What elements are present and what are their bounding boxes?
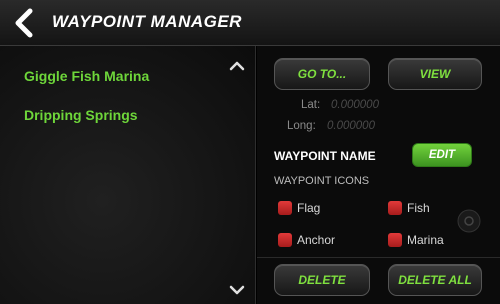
waypoint-details-panel: GO TO... VIEW Lat: 0.000000 Long: 0.0000… <box>257 46 500 304</box>
lat-value: 0.000000 <box>331 99 379 111</box>
back-chevron-icon[interactable] <box>12 8 36 38</box>
header-bar: WAYPOINT MANAGER <box>0 0 500 46</box>
long-value: 0.000000 <box>327 120 375 132</box>
icon-option-anchor[interactable]: Anchor <box>278 233 335 247</box>
edit-button[interactable]: EDIT <box>412 143 472 167</box>
fish-checkbox-icon <box>388 201 402 215</box>
list-item[interactable]: Dripping Springs <box>24 107 138 123</box>
long-label: Long: <box>287 120 316 132</box>
waypoint-icons-label: WAYPOINT ICONS <box>274 175 370 187</box>
scroll-down-icon[interactable] <box>228 284 246 296</box>
icon-option-marina[interactable]: Marina <box>388 233 444 247</box>
icon-option-label: Anchor <box>297 233 336 247</box>
divider <box>257 257 500 258</box>
list-item[interactable]: Giggle Fish Marina <box>24 68 149 84</box>
icon-option-label: Marina <box>407 233 444 247</box>
icon-option-flag[interactable]: Flag <box>278 201 320 215</box>
scroll-up-icon[interactable] <box>228 60 246 72</box>
page-title: WAYPOINT MANAGER <box>52 12 242 31</box>
waypoint-name-label: WAYPOINT NAME <box>274 149 376 163</box>
icon-option-fish[interactable]: Fish <box>388 201 430 215</box>
waypoint-list[interactable]: Giggle Fish Marina Dripping Springs <box>0 46 256 304</box>
marina-checkbox-icon <box>388 233 402 247</box>
view-button[interactable]: VIEW <box>388 58 482 90</box>
target-icon <box>457 209 481 233</box>
icon-option-label: Fish <box>407 201 430 215</box>
flag-checkbox-icon <box>278 201 292 215</box>
anchor-checkbox-icon <box>278 233 292 247</box>
go-to-button[interactable]: GO TO... <box>274 58 370 90</box>
delete-all-button[interactable]: DELETE ALL <box>388 264 482 296</box>
delete-button[interactable]: DELETE <box>274 264 370 296</box>
icon-option-label: Flag <box>297 201 321 215</box>
lat-label: Lat: <box>301 99 321 111</box>
